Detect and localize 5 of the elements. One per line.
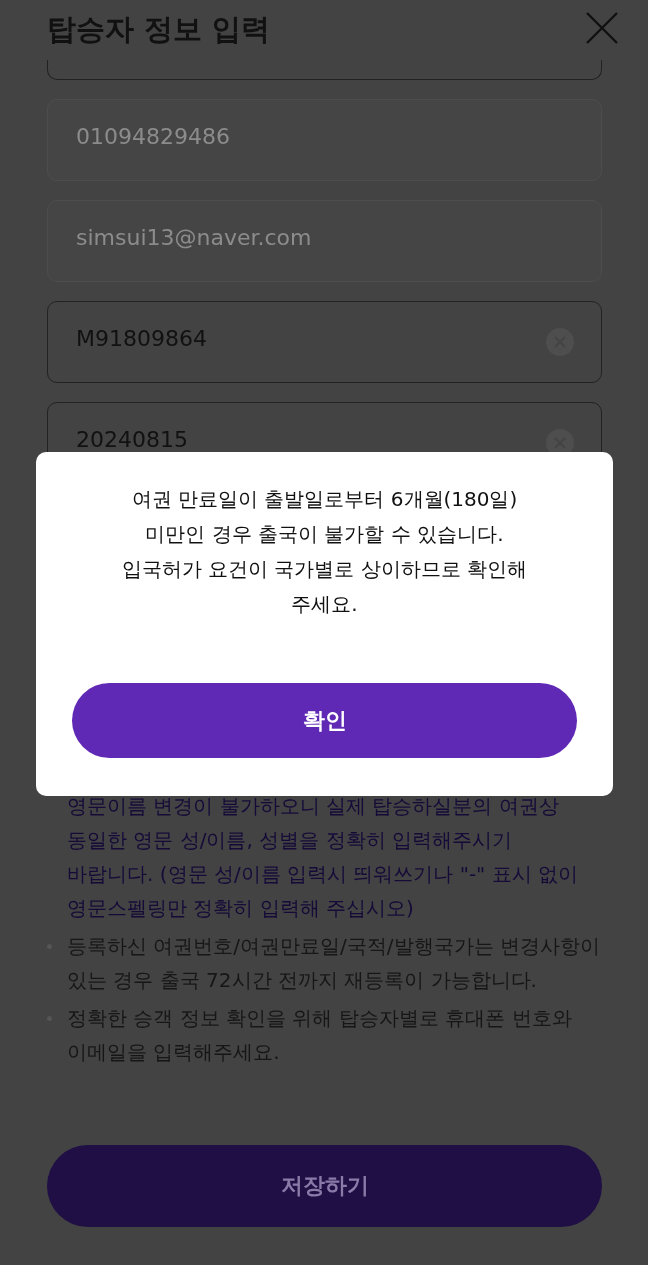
alert-message: 여권 만료일이 출발일로부터 6개월(180일) 미만인 경우 출국이 불가할 수 있습니다. 입국허가 요건이 국가별로 상이하므로 확인해 주세요. — [121, 486, 528, 618]
note-text: 영문이름 변경이 불가하오니 실제 탑승하실분의 여권상 동일한 영문 성/이름, 성별을 정확히 입력해주시기 바랍니다. (영문 성/이름 입력시 띄워쓰기나 "-" 표시 없이 영문스펠링만 정확히 입력해 주십시오) — [67, 793, 579, 922]
save-button[interactable]: 저장하기 — [47, 1145, 602, 1227]
confirm-button[interactable]: 확인 — [72, 683, 577, 758]
close-icon[interactable] — [585, 11, 619, 45]
